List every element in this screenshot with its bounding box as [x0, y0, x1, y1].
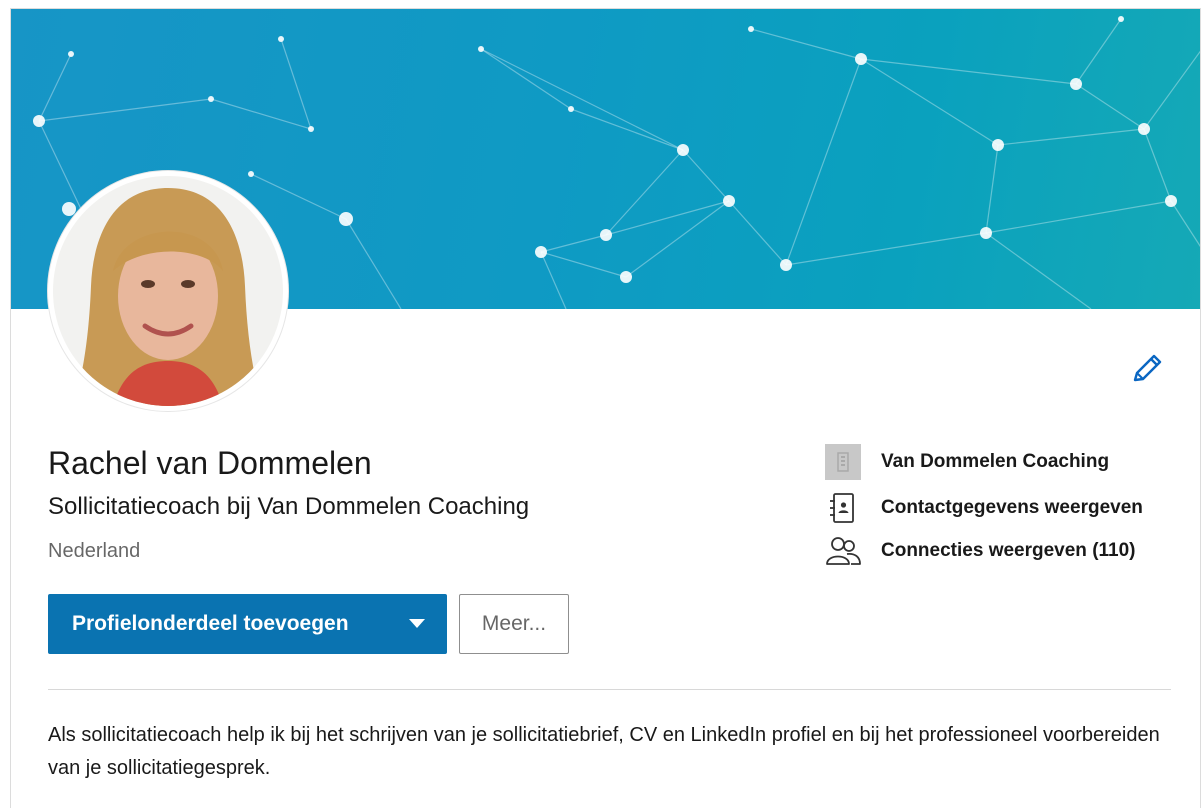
connections-label[interactable]: Connecties weergeven (110)	[881, 540, 1136, 562]
building-icon	[825, 444, 861, 480]
profile-location: Nederland	[48, 540, 141, 562]
contact-info-link[interactable]: Contactgegevens weergeven	[825, 490, 1143, 526]
contact-info-label[interactable]: Contactgegevens weergeven	[881, 497, 1143, 519]
caret-down-icon	[409, 619, 425, 628]
company-link[interactable]: Van Dommelen Coaching	[825, 444, 1109, 480]
profile-card: Rachel van Dommelen Sollicitatiecoach bi…	[10, 8, 1201, 808]
profile-avatar[interactable]	[48, 171, 288, 411]
avatar-photo	[53, 176, 283, 406]
profile-headline: Sollicitatiecoach bij Van Dommelen Coach…	[48, 493, 530, 520]
profile-name: Rachel van Dommelen	[48, 445, 372, 481]
profile-summary: Als sollicitatiecoach help ik bij het sc…	[48, 724, 1160, 779]
address-book-icon	[825, 490, 861, 526]
edit-profile-pencil-icon[interactable]	[1128, 350, 1166, 388]
more-button[interactable]: Meer...	[459, 594, 569, 654]
section-divider	[48, 689, 1171, 690]
add-profile-section-button[interactable]: Profielonderdeel toevoegen	[48, 594, 447, 654]
people-icon	[825, 533, 861, 569]
add-profile-section-label: Profielonderdeel toevoegen	[72, 612, 349, 635]
connections-link[interactable]: Connecties weergeven (110)	[825, 533, 1136, 569]
company-link-label[interactable]: Van Dommelen Coaching	[881, 451, 1109, 473]
